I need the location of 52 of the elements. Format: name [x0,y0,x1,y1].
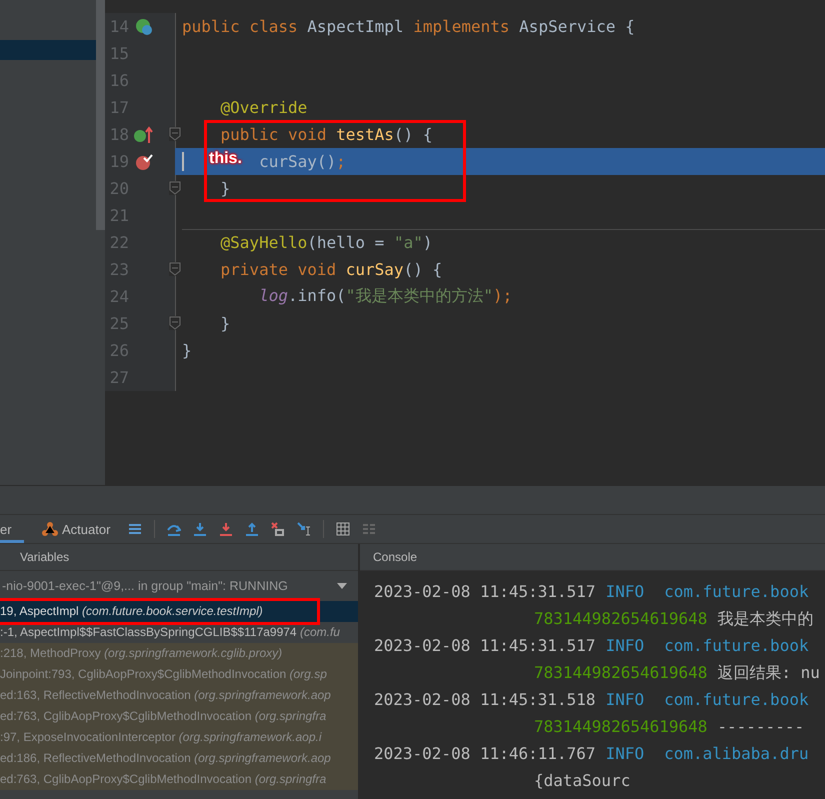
log-line: 2023-02-08 11:45:31.517 INFO com.future.book [374,635,810,657]
hint-label: this. [209,150,242,168]
fold-icon[interactable] [169,181,181,195]
stack-frame[interactable]: :97, ExposeInvocationInterceptor (org.springframework.aop.i [0,727,358,748]
table-icon[interactable] [336,522,350,536]
stack-frame[interactable]: ed:763, CglibAopProxy$CglibMethodInvocation (org.springfra [0,706,358,727]
step-out-icon[interactable] [245,522,260,536]
dropdown-caret-icon[interactable] [336,582,348,590]
code-line: } [220,179,230,198]
code-line: } [220,314,230,333]
code-line: @SayHello(hello = "a") [220,233,432,252]
stack-frame[interactable]: 19, AspectImpl (com.future.book.service.testImpl) [0,601,358,622]
step-into-icon[interactable] [193,522,208,536]
force-step-into-icon[interactable] [219,522,234,536]
layout-icon[interactable] [362,522,376,536]
menu-icon[interactable] [128,522,142,536]
step-over-icon[interactable] [167,522,182,536]
text-cursor [182,152,184,171]
drop-frame-icon[interactable] [271,522,286,536]
code-line: curSay(); [259,152,346,171]
thread-dropdown[interactable]: -nio-9001-exec-1"@9,... in group "main": RUNNING [0,571,358,601]
panel-title[interactable]: Console [373,550,418,564]
fold-icon[interactable] [169,127,181,141]
run-to-cursor-icon[interactable] [297,522,312,536]
log-line: 783144982654619648 返回结果: nu [533,662,821,684]
debug-tab[interactable]: Actuator [36,515,116,543]
implements-icon[interactable] [134,126,154,144]
stack-frame[interactable]: :218, MethodProxy (org.springframework.cglib.proxy) [0,643,358,664]
code-line: public void testAs() { [220,125,432,144]
bean-icon[interactable] [135,18,153,36]
code-line: public class AspectImpl implements AspService { [182,17,635,36]
fold-icon[interactable] [169,262,181,276]
code-line: log.info("我是本类中的方法"); [259,286,512,307]
stack-frame[interactable]: Joinpoint:793, CglibAopProxy$CglibMethodInvocation (org.sp [0,664,358,685]
code-line: private void curSay() { [220,260,442,279]
code-line: @Override [220,98,308,117]
breakpoint-icon[interactable] [135,152,153,170]
log-line: 2023-02-08 11:46:11.767 INFO com.alibaba.dru [374,743,810,765]
code-line: } [182,341,192,360]
stack-frame[interactable]: :-1, AspectImpl$$FastClassBySpringCGLIB$$117a9974 (com.fu [0,622,358,643]
log-line: 783144982654619648 我是本类中的 [533,608,814,630]
panel-title[interactable]: Variables [20,550,70,564]
stack-frame[interactable]: ed:163, ReflectiveMethodInvocation (org.springframework.aop [0,685,358,706]
stack-frame[interactable]: ed:186, ReflectiveMethodInvocation (org.springframework.aop [0,748,358,769]
log-line: {dataSourc [533,770,632,792]
stack-frame[interactable]: ed:763, CglibAopProxy$CglibMethodInvocation (org.springfra [0,769,358,790]
scrollbar[interactable] [96,0,105,230]
actuator-icon [42,521,58,537]
log-line: 2023-02-08 11:45:31.517 INFO com.future.book [374,581,810,603]
fold-icon[interactable] [169,316,181,330]
log-line: 783144982654619648 --------- [533,716,806,738]
log-line: 2023-02-08 11:45:31.518 INFO com.future.book [374,689,810,711]
